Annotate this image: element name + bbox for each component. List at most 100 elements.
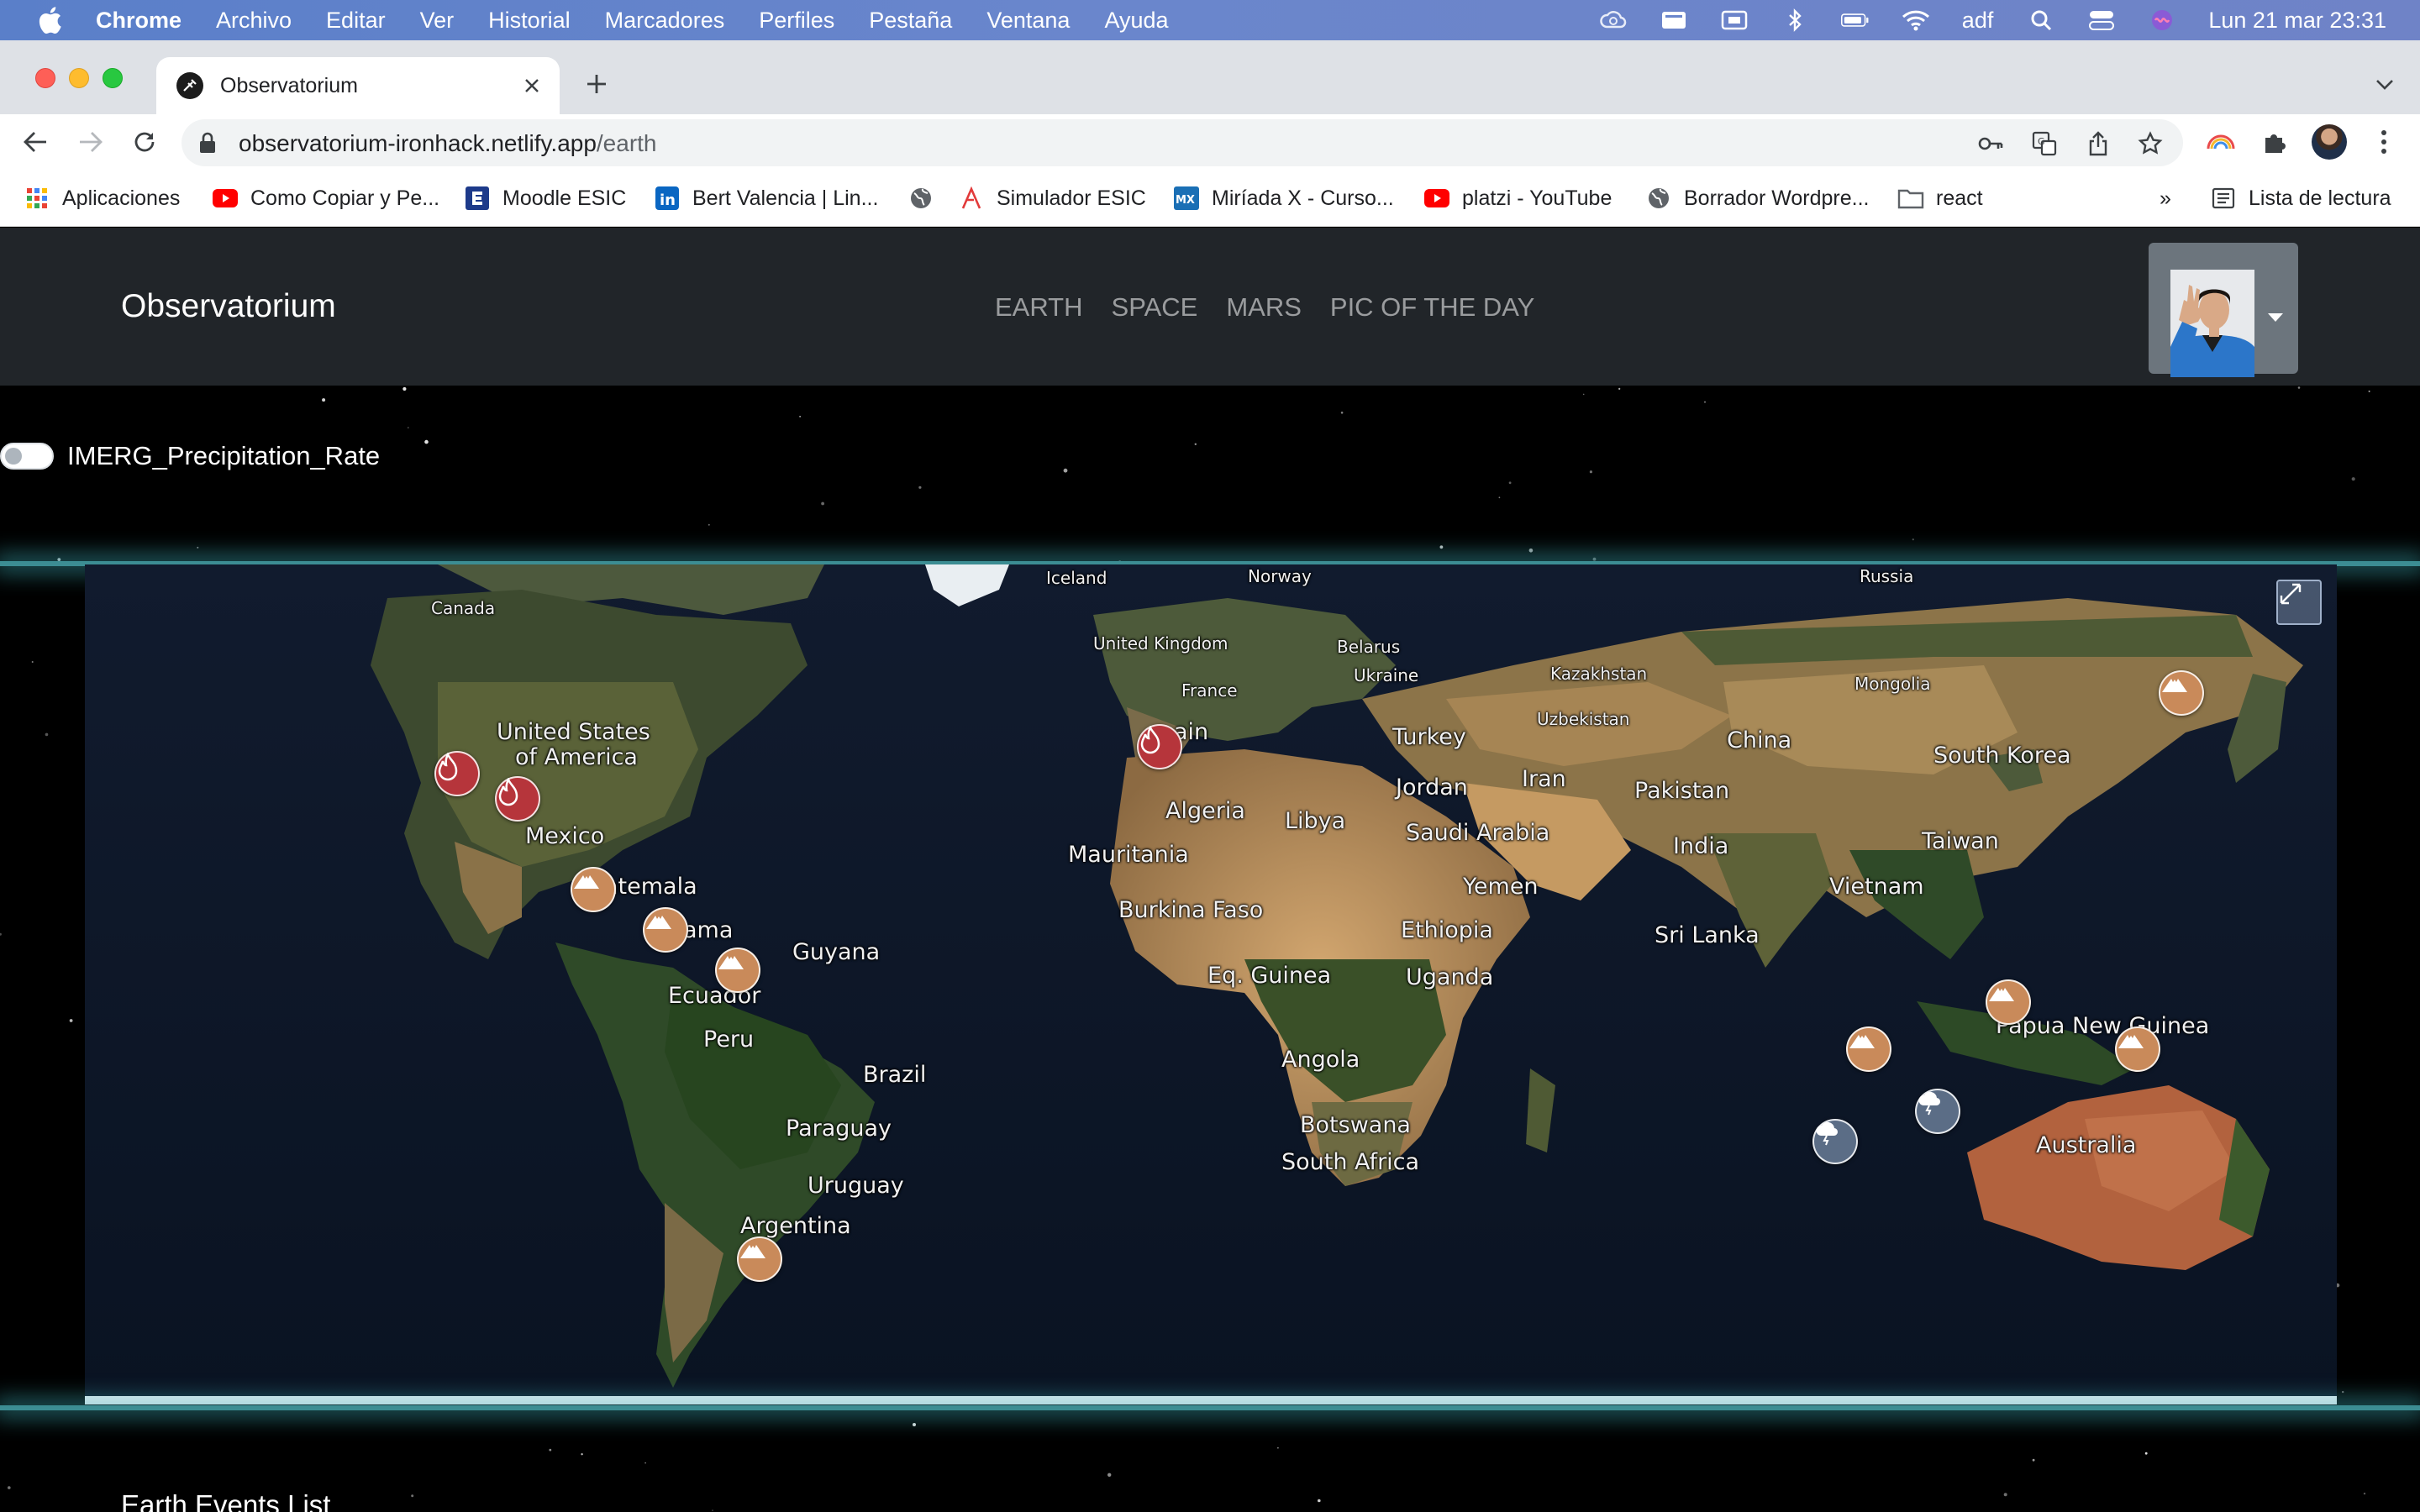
bluetooth-icon[interactable]: [1781, 8, 1809, 32]
menu-ventana[interactable]: Ventana: [986, 8, 1070, 34]
bookmark-moodle-esic[interactable]: Moodle ESIC: [464, 170, 626, 227]
volcano-marker[interactable]: [1846, 1026, 1891, 1072]
menu-perfiles[interactable]: Perfiles: [759, 8, 834, 34]
map-label-country: ama: [683, 917, 734, 943]
menubar-user[interactable]: adf: [1962, 8, 1994, 34]
volcano-marker[interactable]: [715, 948, 760, 993]
volcano-marker[interactable]: [643, 907, 688, 953]
bookmarks-more-label: »: [2160, 186, 2171, 210]
bookmark-miriada-x[interactable]: MX Miríada X - Curso...: [1173, 170, 1394, 227]
menu-pestana[interactable]: Pestaña: [869, 8, 952, 34]
bookmark-star-icon[interactable]: [2136, 129, 2165, 158]
window-close-button[interactable]: [35, 68, 55, 88]
precipitation-layer-toggle[interactable]: IMERG_Precipitation_Rate: [0, 441, 380, 470]
youtube-icon: [212, 185, 239, 212]
bookmark-apps[interactable]: Aplicaciones: [24, 170, 180, 227]
volcano-icon: [1849, 1035, 1875, 1048]
bookmark-globe[interactable]: [908, 170, 946, 227]
nav-space[interactable]: SPACE: [1112, 292, 1198, 323]
forward-arrow-icon[interactable]: [74, 125, 108, 159]
bookmark-linkedin[interactable]: in Bert Valencia | Lin...: [654, 170, 878, 227]
menu-ayuda[interactable]: Ayuda: [1104, 8, 1168, 34]
bookmark-platzi-youtube[interactable]: platzi - YouTube: [1423, 170, 1612, 227]
map-label-country: Iran: [1522, 766, 1566, 792]
menu-app-chrome[interactable]: Chrome: [96, 8, 182, 34]
map-label-country: Papua New Guinea: [1996, 1013, 2210, 1039]
map-label-country: Mauritania: [1068, 842, 1189, 868]
bookmark-simulador-esic[interactable]: Simulador ESIC: [958, 170, 1146, 227]
menu-historial[interactable]: Historial: [488, 8, 571, 34]
svg-text:in: in: [660, 192, 676, 209]
site-navbar: Observatorium EARTH SPACE MARS PIC OF TH…: [0, 228, 2420, 386]
control-center-icon[interactable]: [2087, 8, 2116, 32]
translate-icon[interactable]: G: [2030, 129, 2059, 158]
wildfire-marker[interactable]: [1137, 724, 1182, 769]
map-label-country: China: [1727, 727, 1792, 753]
window-minimize-button[interactable]: [69, 68, 89, 88]
volcano-marker[interactable]: [571, 867, 616, 912]
bookmarks-overflow-chevron[interactable]: »: [2160, 170, 2171, 227]
lock-icon[interactable]: [197, 131, 218, 155]
dropdown-caret-icon: [2268, 313, 2283, 322]
window-zoom-button[interactable]: [103, 68, 123, 88]
volcano-marker[interactable]: [2115, 1026, 2160, 1072]
globe-icon: [1645, 185, 1672, 212]
menubar-clock[interactable]: Lun 21 mar 23:31: [2208, 8, 2386, 34]
map-label-country: Guyana: [792, 939, 881, 965]
wildfire-icon: [438, 753, 458, 781]
volcano-marker[interactable]: [1986, 979, 2031, 1025]
menu-editar[interactable]: Editar: [326, 8, 386, 34]
nav-earth[interactable]: EARTH: [995, 292, 1083, 323]
nav-pic-of-the-day[interactable]: PIC OF THE DAY: [1330, 292, 1534, 323]
new-tab-icon[interactable]: [580, 67, 613, 101]
battery-icon[interactable]: [1840, 8, 1870, 32]
wifi-icon[interactable]: [1902, 8, 1930, 32]
address-bar[interactable]: observatorium-ironhack.netlify.app/earth…: [182, 119, 2183, 166]
user-dropdown-button[interactable]: [2149, 243, 2298, 377]
chrome-profile-avatar[interactable]: [2312, 124, 2347, 160]
severe-storm-icon: [1918, 1091, 1941, 1116]
map-label-country: South Africa: [1281, 1149, 1420, 1175]
tab-search-chevron-icon[interactable]: [2371, 71, 2398, 97]
tab-observatorium[interactable]: Observatorium: [156, 57, 560, 114]
rainbow-extension-icon[interactable]: [2205, 126, 2237, 158]
password-key-icon[interactable]: [1976, 129, 2005, 158]
map-fullscreen-button[interactable]: [2276, 580, 2322, 625]
wildfire-marker[interactable]: [434, 751, 480, 796]
reload-icon[interactable]: [128, 125, 161, 159]
extensions-puzzle-icon[interactable]: [2259, 126, 2291, 158]
siri-icon[interactable]: [2148, 8, 2176, 32]
map-label-country: Saudi Arabia: [1406, 820, 1550, 846]
volcano-marker[interactable]: [2159, 670, 2204, 716]
back-arrow-icon[interactable]: [18, 125, 52, 159]
bookmark-como-copiar[interactable]: Como Copiar y Pe...: [212, 170, 439, 227]
menu-marcadores[interactable]: Marcadores: [605, 8, 725, 34]
map-bottom-glow-border: [0, 1405, 2420, 1410]
chrome-menu-kebab-icon[interactable]: [2368, 126, 2400, 158]
creative-cloud-icon[interactable]: [1599, 8, 1628, 32]
spotlight-search-icon[interactable]: [2027, 8, 2055, 32]
keyboard-input-icon[interactable]: [1720, 8, 1749, 32]
volcano-marker[interactable]: [737, 1236, 782, 1282]
menu-ver[interactable]: Ver: [420, 8, 455, 34]
wildfire-marker[interactable]: [495, 776, 540, 822]
map-label-country: Botswana: [1300, 1112, 1411, 1138]
reading-list-button[interactable]: Lista de lectura: [2210, 170, 2391, 227]
menu-archivo[interactable]: Archivo: [216, 8, 292, 34]
apple-logo-icon[interactable]: [37, 7, 62, 34]
chrome-toolbar: observatorium-ironhack.netlify.app/earth…: [0, 114, 2420, 170]
severe-storm-marker[interactable]: [1915, 1089, 1960, 1134]
display-icon[interactable]: [1660, 8, 1688, 32]
earth-events-map[interactable]: Iceland Norway Russia Canada United King…: [85, 564, 2337, 1404]
map-label-country: Ethiopia: [1401, 917, 1493, 943]
layer-switch[interactable]: [0, 443, 54, 470]
site-brand[interactable]: Observatorium: [121, 288, 336, 325]
map-label-country: Algeria: [1165, 798, 1245, 824]
url-text[interactable]: observatorium-ironhack.netlify.app/earth: [239, 130, 657, 157]
nav-mars[interactable]: MARS: [1226, 292, 1302, 323]
bookmark-folder-react[interactable]: react: [1897, 170, 1983, 227]
bookmark-borrador-wordpress[interactable]: Borrador Wordpre...: [1645, 170, 1869, 227]
share-icon[interactable]: [2084, 129, 2112, 158]
tab-close-icon[interactable]: [519, 73, 544, 98]
severe-storm-marker[interactable]: [1812, 1119, 1858, 1164]
